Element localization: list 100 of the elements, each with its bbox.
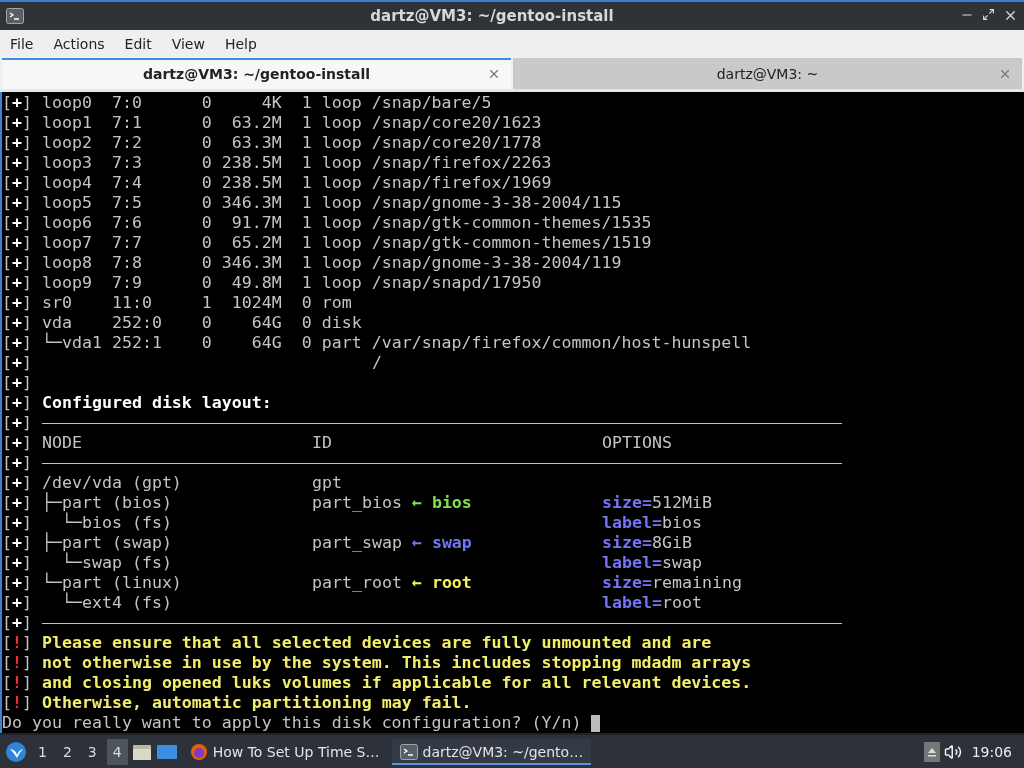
output-text: loop9 7:9 0 49.8M 1 loop /snap/snapd/17950 [42,273,542,294]
option-key: label= [602,513,662,534]
line-marker: [+] [2,153,32,174]
table-text: └─bios (fs) [61,513,172,533]
line-marker: [+] [2,433,32,454]
prompt-text: Do you really want to apply this disk configuration? (Y/n) [2,713,582,734]
output-text: loop3 7:3 0 238.5M 1 loop /snap/firefox/2263 [42,153,552,174]
table-text: └─ext4 (fs) [61,593,172,614]
line-marker: [+] [2,613,32,634]
output-text: loop4 7:4 0 238.5M 1 loop /snap/firefox/1969 [42,173,552,194]
table-text: root [661,593,702,614]
table-text: NODE [42,433,82,454]
menu-item[interactable]: Actions [47,32,111,55]
table-text: /dev/vda (gpt) [42,473,182,493]
output-text: / [372,353,382,373]
menu-item[interactable]: View [165,32,211,55]
option-key: size= [602,533,652,554]
output-text: loop5 7:5 0 346.3M 1 loop /snap/gnome-3-38-2004/115 [42,193,622,214]
line-marker: [+] [2,493,32,514]
line-marker: [+] [2,533,32,554]
eject-icon[interactable] [923,741,940,762]
option-key: size= [602,573,652,594]
output-text: loop7 7:7 0 65.2M 1 loop /snap/gtk-common-themes/1519 [42,233,652,254]
clock: 19:06 [970,743,1013,760]
line-marker: [+] [2,93,32,114]
maximize-icon[interactable] [982,8,995,22]
table-text: bios [661,513,702,534]
output-text: loop6 7:6 0 91.7M 1 loop /snap/gtk-common-themes/1535 [42,213,652,234]
line-marker: [+] [2,393,32,414]
bird-logo-icon[interactable] [4,739,28,764]
table-text: ID [312,433,332,454]
table-text: OPTIONS [602,433,672,454]
line-marker: [+] [2,473,32,494]
table-text: ← bios [410,493,472,514]
option-key: label= [602,553,662,574]
taskbar-task[interactable]: How To Set Up Time S… [181,737,388,766]
line-marker: [+] [2,193,32,214]
line-marker: [+] [2,293,32,314]
output-text: loop0 7:0 0 4K 1 loop /snap/bare/5 [42,93,492,114]
workspace-switch[interactable]: 3 [81,738,103,765]
desktop-icon[interactable] [155,742,178,761]
table-text: ├─part (swap) [42,533,172,553]
output-text: └─vda1 252:1 0 64G 0 part /var/snap/firefox/common/host-hunspell [42,333,752,354]
terminal-tab[interactable]: dartz@VM3: ~ [513,57,1022,90]
line-marker: [+] [2,413,32,434]
line-marker: [+] [2,353,32,374]
table-text: gpt [312,473,342,494]
menu-item[interactable]: File [4,32,40,55]
menu-item[interactable]: Help [218,32,263,55]
option-key: size= [602,493,652,514]
line-marker: [+] [2,553,32,574]
option-key: label= [602,593,662,614]
output-text: loop8 7:8 0 346.3M 1 loop /snap/gnome-3-38-2004/119 [42,253,622,274]
terminal-icon [6,7,24,24]
table-text: └─swap (fs) [61,553,172,573]
output-text: vda 252:0 0 64G 0 disk [42,313,362,333]
terminal-tab[interactable]: dartz@VM3: ~/gentoo-install [2,57,511,90]
line-marker: [+] [2,213,32,234]
workspace-switch[interactable]: 4 [106,738,128,765]
output-text: sr0 11:0 1 1024M 0 rom [42,293,352,314]
line-marker: [+] [2,133,32,154]
volume-icon[interactable] [943,742,962,761]
line-marker: [+] [2,173,32,194]
line-marker: [+] [2,273,32,294]
workspace-switch[interactable]: 2 [56,738,78,765]
terminal-icon [399,743,418,760]
line-marker: [+] [2,453,32,474]
line-marker: [+] [2,593,32,614]
table-text: 8GiB [651,533,692,554]
taskbar-task[interactable]: dartz@VM3: ~/gento… [391,738,592,765]
table-text: part_bios [312,493,402,514]
table-text: 512MiB [651,493,712,514]
line-marker: [+] [2,573,32,594]
workspace-switch[interactable]: 1 [32,738,53,765]
table-text: part_root [312,573,402,594]
line-marker: [+] [2,513,32,534]
line-marker: [+] [2,253,32,274]
window-title: dartz@VM3: ~/gentoo-install [369,6,615,25]
table-text: swap [661,553,702,574]
line-marker: [!] [2,633,32,654]
output-text: loop2 7:2 0 63.3M 1 loop /snap/core20/1778 [42,133,542,154]
table-text: ← swap [410,533,472,554]
output-text: loop1 7:1 0 63.2M 1 loop /snap/core20/1623 [42,113,542,134]
warning-text: and closing opened luks volumes if applicable for all relevant devices. [42,673,752,694]
text-cursor [591,715,601,733]
line-marker: [!] [2,693,32,714]
warning-text: Otherwise, automatic partitioning may fail. [42,693,472,714]
menu-item[interactable]: Edit [118,32,158,55]
warning-text: not otherwise in use by the system. This includes stopping mdadm arrays [42,653,752,674]
line-marker: [+] [2,313,32,334]
table-text: └─part (linux) [42,573,182,593]
warning-text: Please ensure that all selected devices are fully unmounted and are [42,633,712,654]
line-marker: [+] [2,373,32,394]
line-marker: [!] [2,673,32,694]
folder-icon[interactable] [131,742,152,761]
line-marker: [+] [2,333,32,354]
line-marker: [+] [2,233,32,254]
line-marker: [+] [2,113,32,134]
browser-icon [189,742,208,761]
table-text: ├─part (bios) [42,493,172,513]
